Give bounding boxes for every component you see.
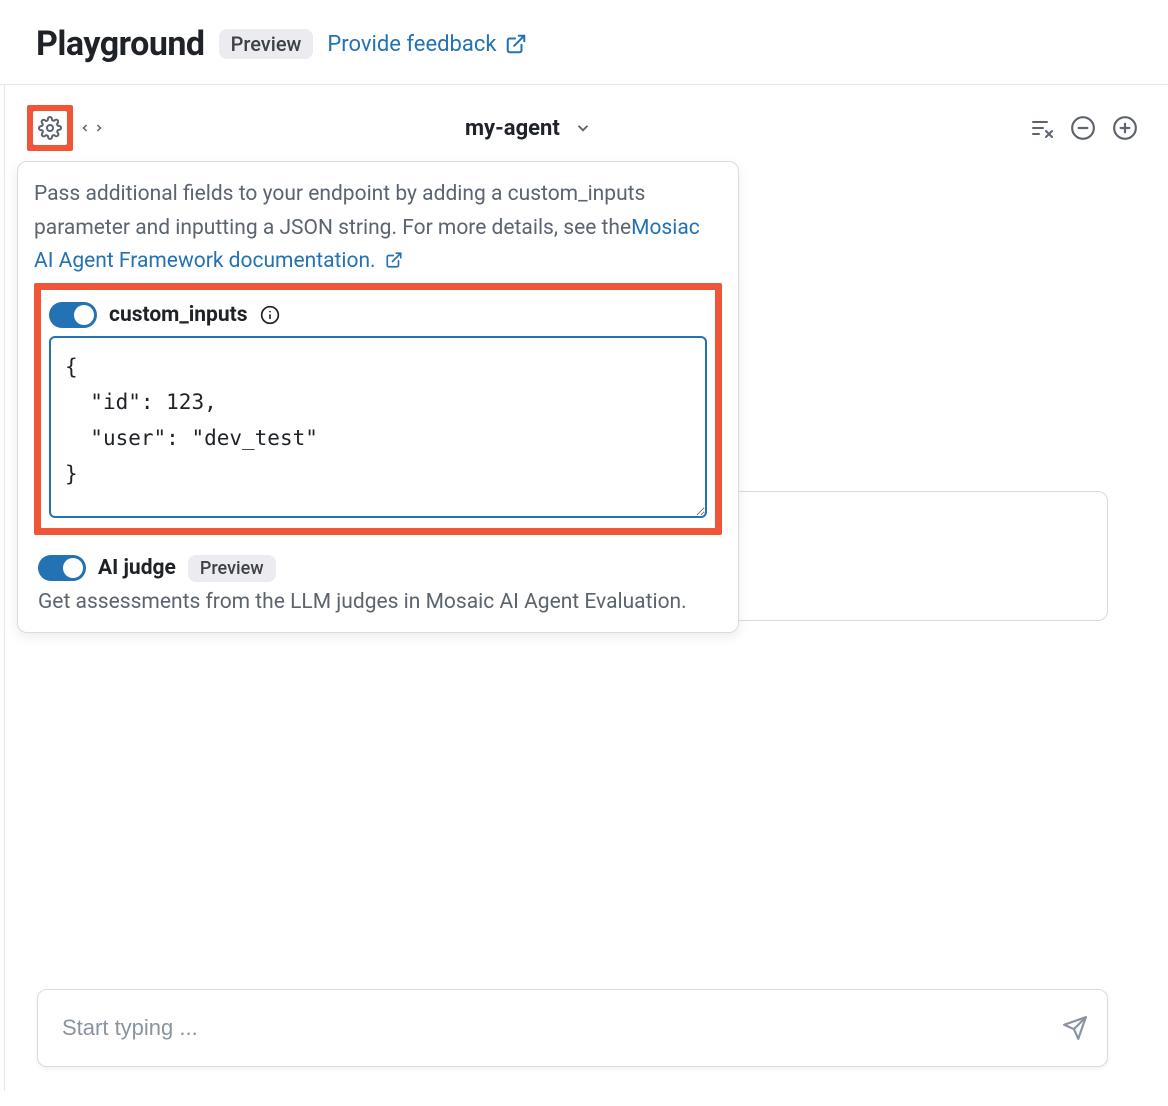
- send-button[interactable]: [1062, 1015, 1088, 1041]
- custom-inputs-label: custom_inputs: [109, 303, 248, 327]
- settings-popover: Pass additional fields to your endpoint …: [17, 161, 739, 633]
- remove-pane-button[interactable]: [1070, 115, 1096, 141]
- filter-clear-icon: [1030, 116, 1054, 140]
- settings-button[interactable]: [33, 111, 67, 145]
- ai-judge-badge: Preview: [188, 555, 276, 582]
- ai-judge-description: Get assessments from the LLM judges in M…: [38, 590, 718, 614]
- chevron-down-icon: [574, 119, 592, 137]
- add-pane-button[interactable]: [1112, 115, 1138, 141]
- chat-input[interactable]: [37, 989, 1108, 1067]
- settings-intro: Pass additional fields to your endpoint …: [34, 178, 722, 279]
- provide-feedback-link[interactable]: Provide feedback: [327, 32, 526, 57]
- playground-main: my-agent: [4, 85, 1168, 1091]
- settings-intro-text: Pass additional fields to your endpoint …: [34, 182, 645, 240]
- custom-inputs-highlight: custom_inputs: [34, 283, 722, 535]
- gear-icon: [38, 116, 62, 140]
- page-header: Playground Preview Provide feedback: [0, 0, 1168, 85]
- chevron-right-icon: [93, 119, 105, 137]
- preview-badge: Preview: [219, 29, 314, 59]
- plus-circle-icon: [1112, 115, 1138, 141]
- clear-filters-button[interactable]: [1030, 116, 1054, 140]
- chevron-left-icon: [79, 119, 91, 137]
- send-icon: [1062, 1015, 1088, 1041]
- ai-judge-label: AI judge: [98, 556, 176, 580]
- playground-toolbar: my-agent: [21, 85, 1168, 159]
- custom-inputs-toggle[interactable]: [49, 302, 97, 328]
- external-link-icon: [505, 33, 527, 55]
- settings-button-highlight: [27, 105, 73, 151]
- ai-judge-toggle[interactable]: [38, 555, 86, 581]
- chat-input-wrap: [37, 989, 1108, 1067]
- code-toggle[interactable]: [79, 119, 105, 137]
- provide-feedback-label: Provide feedback: [327, 32, 496, 57]
- info-icon[interactable]: [260, 305, 280, 325]
- minus-circle-icon: [1070, 115, 1096, 141]
- custom-inputs-textarea[interactable]: [49, 336, 707, 518]
- agent-selector[interactable]: my-agent: [465, 116, 592, 141]
- page-title: Playground: [36, 24, 205, 64]
- agent-name: my-agent: [465, 116, 560, 141]
